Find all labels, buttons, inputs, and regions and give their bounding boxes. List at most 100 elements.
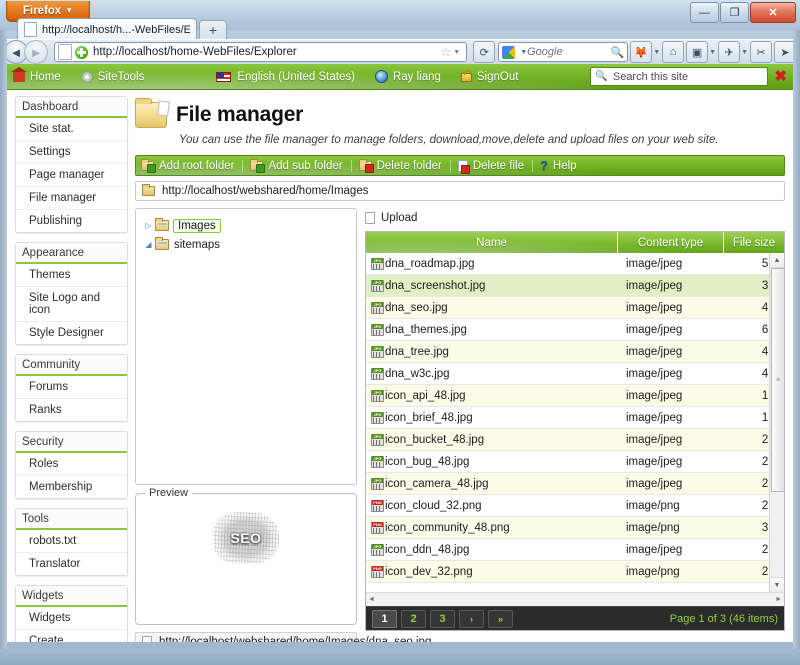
table-row[interactable]: JPG icon_api_48.jpg image/jpeg 1k — [366, 385, 784, 407]
vertical-scrollbar-thumb[interactable]: ≡ — [771, 268, 784, 492]
sidebar-item-robots-txt[interactable]: robots.txt — [16, 530, 127, 553]
table-row[interactable]: JPG dna_screenshot.jpg image/jpeg 3k — [366, 275, 784, 297]
site-nav-sitetools[interactable]: SiteTools — [80, 70, 144, 83]
sidebar-item-create[interactable]: Create — [16, 630, 127, 642]
next-page-button[interactable]: › — [459, 609, 484, 628]
file-name: dna_w3c.jpg — [385, 367, 450, 380]
file-name: icon_dev_32.png — [385, 565, 473, 578]
preview-image: SEO — [213, 512, 279, 564]
sidebar-item-settings[interactable]: Settings — [16, 141, 127, 164]
sidebar-group-tools: Tools robots.txt Translator — [15, 508, 128, 576]
favicon-placeholder-icon — [58, 44, 72, 60]
chevron-down-icon[interactable]: ◢ — [142, 240, 155, 249]
search-icon[interactable]: 🔍 — [610, 46, 624, 59]
sidebar-item-forums[interactable]: Forums — [16, 376, 127, 399]
preview-legend: Preview — [145, 487, 193, 499]
site-header: Home SiteTools English (United States) R… — [7, 64, 793, 90]
file-content-type: image/png — [626, 521, 680, 534]
sidebar-item-ranks[interactable]: Ranks — [16, 399, 127, 421]
signout-link[interactable]: SignOut — [460, 70, 518, 83]
sidebar-item-themes[interactable]: Themes — [16, 264, 127, 287]
site-search-input[interactable]: 🔍 Search this site — [590, 67, 769, 86]
addons-button[interactable]: ✈ — [718, 41, 741, 63]
scroll-down-arrow-icon[interactable]: ▼ — [770, 577, 784, 592]
horizontal-scrollbar[interactable]: ◄ ► — [366, 592, 784, 606]
delete-folder-button[interactable]: Delete folder — [358, 158, 451, 173]
forward-button[interactable]: ► — [24, 40, 48, 64]
page-button-2[interactable]: 2 — [401, 609, 426, 628]
tree-node-images[interactable]: ▷ Images — [142, 216, 350, 235]
column-header-content-type[interactable]: Content type — [618, 232, 724, 253]
folder-icon — [155, 218, 169, 231]
tree-node-label: Images — [173, 218, 221, 233]
close-icon[interactable]: ✖ — [774, 69, 787, 84]
page-title: File manager — [176, 103, 304, 126]
page-button-1[interactable]: 1 — [372, 609, 397, 628]
table-row[interactable]: PNG icon_dev_32.png image/png 2k — [366, 561, 784, 583]
scroll-right-arrow-icon[interactable]: ► — [775, 596, 782, 603]
sidebar-item-site-stat[interactable]: Site stat. — [16, 118, 127, 141]
language-selector[interactable]: English (United States) — [216, 71, 355, 83]
lock-icon — [460, 70, 472, 82]
add-sub-folder-button[interactable]: Add sub folder — [250, 158, 352, 173]
table-row[interactable]: JPG icon_bucket_48.jpg image/jpeg 2k — [366, 429, 784, 451]
page-button-3[interactable]: 3 — [430, 609, 455, 628]
table-row[interactable]: JPG dna_roadmap.jpg image/jpeg 5k — [366, 253, 784, 275]
last-page-button[interactable]: » — [488, 609, 513, 628]
table-row[interactable]: PNG icon_community_48.png image/png 3k — [366, 517, 784, 539]
address-bar[interactable]: http://localhost/home-WebFiles/Explorer … — [54, 42, 468, 62]
language-label: English (United States) — [237, 70, 355, 83]
search-engine-bar[interactable]: ▼ Google 🔍 — [498, 42, 629, 62]
chevron-down-icon[interactable]: ▼ — [520, 49, 527, 56]
table-row[interactable]: JPG icon_camera_48.jpg image/jpeg 2k — [366, 473, 784, 495]
bookmarks-button[interactable]: ▣ — [686, 41, 709, 63]
table-row[interactable]: JPG icon_ddn_48.jpg image/jpeg 2k — [366, 539, 784, 561]
upload-button[interactable]: Upload — [365, 208, 785, 227]
sidebar-item-widgets[interactable]: Widgets — [16, 607, 127, 630]
chevron-down-icon[interactable]: ▼ — [653, 49, 660, 56]
table-row[interactable]: JPG icon_brief_48.jpg image/jpeg 1k — [366, 407, 784, 429]
firefox-orb-button[interactable]: 🦊 — [630, 41, 653, 63]
sidebar-item-membership[interactable]: Membership — [16, 476, 127, 498]
bookmark-star-icon[interactable]: ☆ — [438, 45, 453, 59]
tools-button[interactable]: ✂ — [750, 41, 772, 63]
table-row[interactable]: JPG dna_seo.jpg image/jpeg 4k — [366, 297, 784, 319]
sidebar-item-translator[interactable]: Translator — [16, 553, 127, 575]
scroll-up-arrow-icon[interactable]: ▲ — [770, 253, 784, 268]
tab-explorer[interactable]: http://localhost/h...-WebFiles/Explorer — [17, 18, 197, 40]
sidebar-item-publishing[interactable]: Publishing — [16, 210, 127, 232]
chevron-down-icon[interactable]: ▼ — [709, 49, 716, 56]
new-tab-button[interactable]: + — [199, 20, 227, 41]
scroll-left-arrow-icon[interactable]: ◄ — [368, 596, 375, 603]
sidebar-item-roles[interactable]: Roles — [16, 453, 127, 476]
column-header-name[interactable]: Name — [366, 232, 618, 253]
chevron-down-icon[interactable]: ▼ — [453, 49, 463, 56]
file-content-type: image/jpeg — [626, 543, 683, 556]
table-row[interactable]: JPG dna_themes.jpg image/jpeg 6k — [366, 319, 784, 341]
table-row[interactable]: JPG dna_tree.jpg image/jpeg 4k — [366, 341, 784, 363]
current-path-bar[interactable]: http://localhost/webshared/home/Images — [135, 181, 785, 201]
tree-column: ▷ Images ◢ sitemaps Preview SEO http://l… — [135, 208, 431, 642]
file-content-type: image/jpeg — [626, 367, 683, 380]
selected-file-status-bar: http://localhost/webshared/home/Images/d… — [135, 632, 431, 642]
table-row[interactable]: JPG icon_bug_48.jpg image/jpeg 2k — [366, 451, 784, 473]
table-row[interactable]: PNG icon_cloud_32.png image/png 2k — [366, 495, 784, 517]
current-user[interactable]: Ray liang — [374, 70, 441, 83]
site-nav-home[interactable]: Home — [11, 67, 61, 83]
table-row[interactable]: JPG dna_w3c.jpg image/jpeg 4k — [366, 363, 784, 385]
home-toolbar-button[interactable]: ⌂ — [662, 41, 685, 63]
add-root-folder-button[interactable]: Add root folder — [141, 158, 244, 173]
vertical-scrollbar[interactable]: ▲ ≡ ▼ — [769, 253, 784, 592]
sidebar-item-page-manager[interactable]: Page manager — [16, 164, 127, 187]
sidebar-item-file-manager[interactable]: File manager — [16, 187, 127, 210]
tree-node-sitemaps[interactable]: ◢ sitemaps — [142, 235, 350, 254]
help-button[interactable]: ? Help — [540, 158, 585, 173]
chevron-down-icon[interactable]: ▼ — [741, 49, 748, 56]
column-header-file-size[interactable]: File size — [724, 232, 784, 253]
sidebar-item-site-logo-and-icon[interactable]: Site Logo and icon — [16, 287, 127, 322]
delete-file-button[interactable]: Delete file — [457, 159, 533, 174]
sidebar-item-style-designer[interactable]: Style Designer — [16, 322, 127, 344]
chevron-right-icon[interactable]: ▷ — [142, 221, 155, 230]
reload-button[interactable]: ⟳ — [473, 41, 496, 63]
jpg-file-icon: JPG — [371, 543, 384, 556]
